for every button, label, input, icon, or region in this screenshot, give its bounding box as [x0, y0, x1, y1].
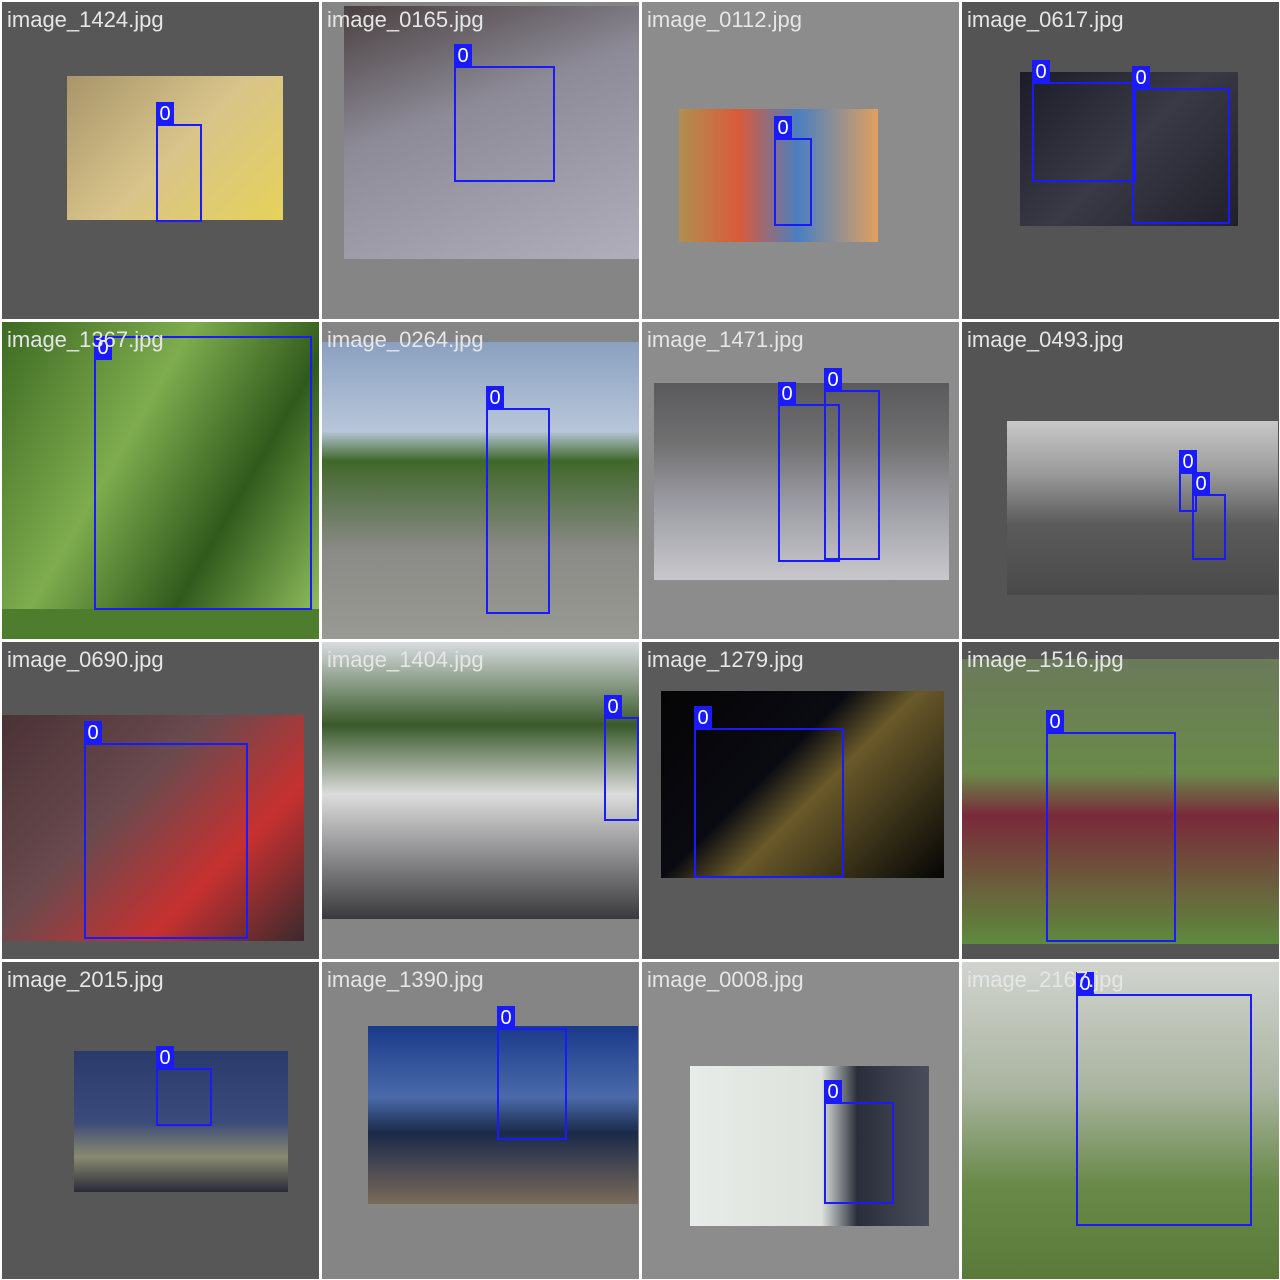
filename-label: image_2015.jpg: [7, 967, 164, 992]
class-label: 0: [84, 721, 102, 745]
filename-label: image_0690.jpg: [7, 647, 164, 672]
detection-box: 0: [454, 44, 555, 182]
photo-thumbnail: [322, 342, 639, 639]
filename-label: image_0617.jpg: [967, 7, 1124, 32]
photo-thumbnail: [322, 642, 639, 919]
class-label: 0: [774, 116, 792, 140]
detection-box: 0: [604, 695, 639, 821]
detection-box: 0: [694, 706, 844, 878]
detection-box: 0: [1046, 710, 1176, 942]
detection-box: 0: [84, 721, 248, 939]
mosaic-tile[interactable]: 0 image_0008.jpg: [642, 962, 959, 1279]
filename-label: image_0165.jpg: [327, 7, 484, 32]
filename-label: image_1404.jpg: [327, 647, 484, 672]
filename-label: image_1516.jpg: [967, 647, 1124, 672]
mosaic-tile[interactable]: 0 image_0165.jpg: [322, 2, 639, 319]
detection-box: 0: [497, 1006, 567, 1140]
class-label: 0: [824, 1080, 842, 1104]
detection-box: 0: [1032, 60, 1136, 182]
mosaic-tile[interactable]: 0 image_2015.jpg: [2, 962, 319, 1279]
filename-label: image_1279.jpg: [647, 647, 804, 672]
class-label: 0: [604, 695, 622, 719]
filename-label: image_1424.jpg: [7, 7, 164, 32]
mosaic-tile[interactable]: 0 0 image_0493.jpg: [962, 322, 1279, 639]
mosaic-tile[interactable]: 0 image_1424.jpg: [2, 2, 319, 319]
class-label: 0: [454, 44, 472, 68]
filename-label: image_0008.jpg: [647, 967, 804, 992]
detection-box: 0: [1132, 66, 1230, 224]
detection-box: 0: [156, 1046, 212, 1126]
filename-label: image_0493.jpg: [967, 327, 1124, 352]
class-label: 0: [1132, 66, 1150, 90]
detection-box: 0: [486, 386, 550, 614]
class-label: 0: [1192, 472, 1210, 496]
mosaic-tile[interactable]: 0 image_1279.jpg: [642, 642, 959, 959]
mosaic-tile[interactable]: 0 image_0112.jpg: [642, 2, 959, 319]
filename-label: image_0112.jpg: [647, 7, 802, 32]
detection-box: 0: [824, 1080, 894, 1204]
filename-label: image_2167.jpg: [967, 967, 1124, 992]
class-label: 0: [778, 382, 796, 406]
mosaic-tile[interactable]: 0 image_1404.jpg: [322, 642, 639, 959]
class-label: 0: [1032, 60, 1050, 84]
filename-label: image_1471.jpg: [647, 327, 804, 352]
detection-box: 0: [824, 368, 880, 560]
mosaic-tile[interactable]: 0 image_1390.jpg: [322, 962, 639, 1279]
detection-box: 0: [1076, 972, 1252, 1226]
filename-label: image_1390.jpg: [327, 967, 484, 992]
mosaic-tile[interactable]: 0 image_1367.jpg: [2, 322, 319, 639]
class-label: 0: [694, 706, 712, 730]
mosaic-tile[interactable]: 0 image_0264.jpg: [322, 322, 639, 639]
detection-box: 0: [156, 102, 202, 222]
detection-box: 0: [1192, 472, 1226, 560]
class-label: 0: [156, 102, 174, 126]
filename-label: image_1367.jpg: [7, 327, 164, 352]
class-label: 0: [486, 386, 504, 410]
mosaic-grid: 0 image_1424.jpg 0 image_0165.jpg 0 image_011…: [0, 0, 1280, 1280]
filename-label: image_0264.jpg: [327, 327, 484, 352]
class-label: 0: [497, 1006, 515, 1030]
mosaic-tile[interactable]: 0 image_2167.jpg: [962, 962, 1279, 1279]
detection-box: 0: [774, 116, 812, 226]
class-label: 0: [1179, 450, 1197, 474]
photo-thumbnail: [1007, 421, 1278, 595]
class-label: 0: [824, 368, 842, 392]
class-label: 0: [156, 1046, 174, 1070]
mosaic-tile[interactable]: 0 image_0690.jpg: [2, 642, 319, 959]
class-label: 0: [1046, 710, 1064, 734]
mosaic-tile[interactable]: 0 0 image_1471.jpg: [642, 322, 959, 639]
mosaic-tile[interactable]: 0 image_1516.jpg: [962, 642, 1279, 959]
mosaic-tile[interactable]: 0 0 image_0617.jpg: [962, 2, 1279, 319]
detection-box: 0: [94, 336, 312, 610]
